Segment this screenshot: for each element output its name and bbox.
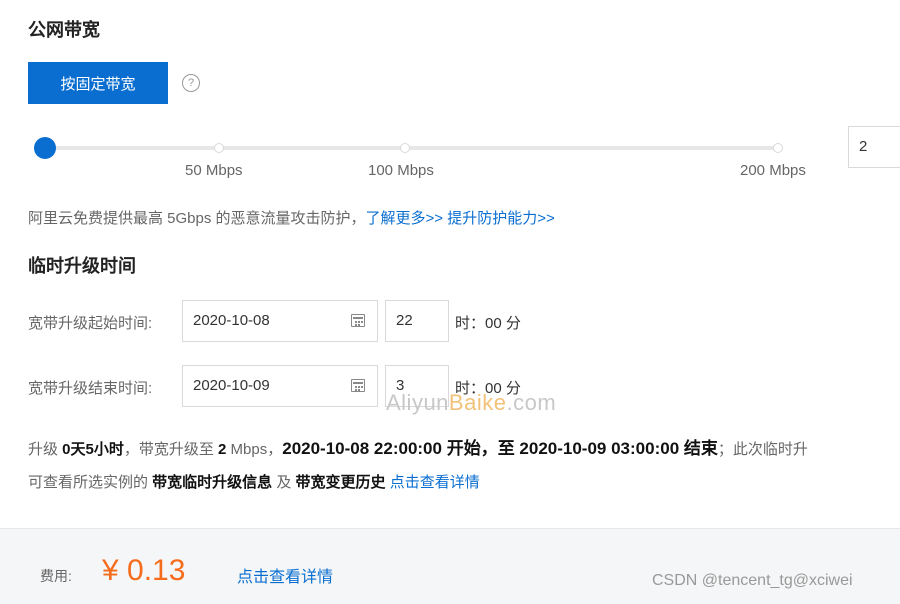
upgrade-protection-link[interactable]: 提升防护能力>> bbox=[447, 210, 555, 227]
help-icon[interactable]: ? bbox=[182, 74, 200, 92]
note-text: 阿里云免费提供最高 5Gbps 的恶意流量攻击防护， bbox=[28, 210, 366, 227]
calendar-icon[interactable] bbox=[351, 379, 365, 392]
tick-100-mbps: 100 Mbps bbox=[368, 162, 434, 179]
calendar-icon[interactable] bbox=[351, 314, 365, 327]
bandwidth-section-title: 公网带宽 bbox=[28, 20, 100, 40]
minute-value: 00 分 bbox=[485, 315, 521, 332]
start-hour-input[interactable]: 22 bbox=[385, 300, 449, 342]
slider-stop-200[interactable] bbox=[773, 143, 783, 153]
fixed-bandwidth-button[interactable]: 按固定带宽 bbox=[28, 62, 168, 104]
end-date-picker[interactable]: 2020-10-09 bbox=[182, 365, 378, 407]
bandwidth-value-input[interactable]: 2 bbox=[848, 126, 900, 168]
start-date-picker[interactable]: 2020-10-08 bbox=[182, 300, 378, 342]
temp-upgrade-info: 带宽临时升级信息 bbox=[152, 474, 273, 491]
hour-unit: 时： bbox=[455, 315, 486, 332]
tick-200-mbps: 200 Mbps bbox=[740, 162, 806, 179]
fee-value: ¥ 0.13 bbox=[102, 554, 186, 587]
upgrade-info-line: 可查看所选实例的 带宽临时升级信息 及 带宽变更历史 点击查看详情 bbox=[28, 474, 480, 491]
upgrade-summary: 升级 0天5小时，带宽升级至 2 Mbps，2020-10-08 22:00:0… bbox=[28, 439, 808, 458]
slider-stop-50[interactable] bbox=[214, 143, 224, 153]
end-date-value: 2020-10-09 bbox=[193, 377, 270, 394]
bandwidth-slider-handle[interactable] bbox=[34, 137, 57, 159]
end-time-label: 宽带升级结束时间: bbox=[28, 380, 153, 397]
upgrade-duration: 0天5小时 bbox=[62, 441, 124, 458]
csdn-credit: CSDN @tencent_tg@xciwei bbox=[652, 572, 853, 589]
start-time-units: 时：00 分 bbox=[455, 312, 521, 333]
ddos-protection-note: 阿里云免费提供最高 5Gbps 的恶意流量攻击防护，了解更多>> 提升防护能力>… bbox=[28, 207, 555, 228]
tick-50-mbps: 50 Mbps bbox=[185, 162, 243, 179]
view-details-link[interactable]: 点击查看详情 bbox=[390, 474, 480, 491]
bandwidth-change-history: 带宽变更历史 bbox=[295, 474, 386, 491]
upgrade-section-title: 临时升级时间 bbox=[28, 256, 136, 276]
start-date-value: 2020-10-08 bbox=[193, 312, 270, 329]
slider-stop-100[interactable] bbox=[400, 143, 410, 153]
upgrade-period: 2020-10-08 22:00:00 开始，至 2020-10-09 03:0… bbox=[282, 439, 718, 458]
learn-more-link[interactable]: 了解更多>> bbox=[366, 210, 444, 227]
fee-details-link[interactable]: 点击查看详情 bbox=[237, 563, 333, 587]
fee-label: 费用: bbox=[40, 568, 72, 584]
start-time-label: 宽带升级起始时间: bbox=[28, 315, 153, 332]
site-watermark: AliyunBaike.com bbox=[386, 390, 557, 415]
